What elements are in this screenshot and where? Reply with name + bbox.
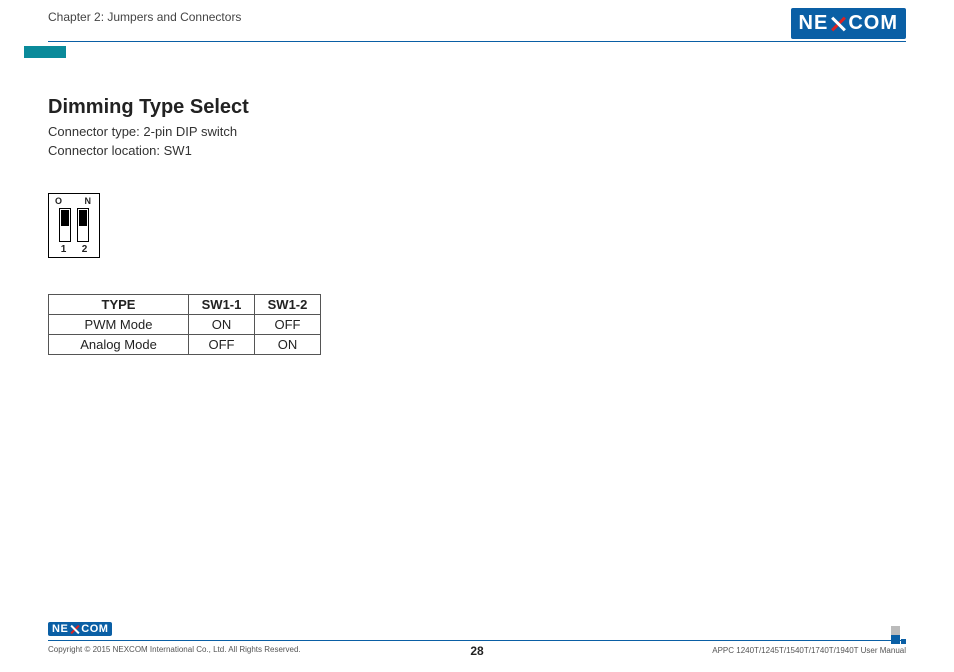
cell-sw12: ON (255, 334, 321, 354)
dip-label-2: 2 (82, 244, 88, 255)
footer-squares-icon (891, 626, 906, 644)
page-footer: NE COM Copyright © 2015 NEXCOM Internati… (48, 640, 906, 654)
dip-slot-1 (59, 208, 71, 242)
brand-logo: NE COM (791, 8, 906, 39)
th-sw1-1: SW1-1 (189, 294, 255, 314)
cell-sw12: OFF (255, 314, 321, 334)
dip-slot-2 (77, 208, 89, 242)
chapter-label: Chapter 2: Jumpers and Connectors (48, 10, 906, 24)
connector-location: Connector location: SW1 (48, 142, 954, 161)
section-title: Dimming Type Select (48, 96, 954, 119)
document-name: APPC 1240T/1245T/1540T/1740T/1940T User … (712, 646, 906, 655)
table-row: Analog Mode OFF ON (49, 334, 321, 354)
logo-text-left: NE (799, 12, 829, 35)
dip-on-o: O (55, 196, 64, 206)
footer-logo-left: NE (52, 623, 68, 635)
settings-table: TYPE SW1-1 SW1-2 PWM Mode ON OFF Analog … (48, 294, 321, 355)
logo-text-right: COM (848, 12, 898, 35)
cell-type: PWM Mode (49, 314, 189, 334)
footer-logo-right: COM (81, 623, 108, 635)
side-tab-accent (24, 46, 66, 58)
dip-on-n: N (85, 196, 94, 206)
cell-sw11: ON (189, 314, 255, 334)
connector-type: Connector type: 2-pin DIP switch (48, 123, 954, 142)
cell-sw11: OFF (189, 334, 255, 354)
table-row: PWM Mode ON OFF (49, 314, 321, 334)
footer-logo: NE COM (48, 622, 112, 636)
footer-divider (48, 640, 906, 641)
footer-logo-x-icon (70, 625, 79, 634)
th-sw1-2: SW1-2 (255, 294, 321, 314)
logo-x-icon (830, 16, 846, 32)
dip-switch-diagram: O N 1 2 (48, 193, 100, 258)
header-divider (48, 41, 906, 42)
dip-label-1: 1 (61, 244, 67, 255)
dip-slider-1 (61, 210, 69, 226)
th-type: TYPE (49, 294, 189, 314)
dip-slider-2 (79, 210, 87, 226)
cell-type: Analog Mode (49, 334, 189, 354)
table-header-row: TYPE SW1-1 SW1-2 (49, 294, 321, 314)
